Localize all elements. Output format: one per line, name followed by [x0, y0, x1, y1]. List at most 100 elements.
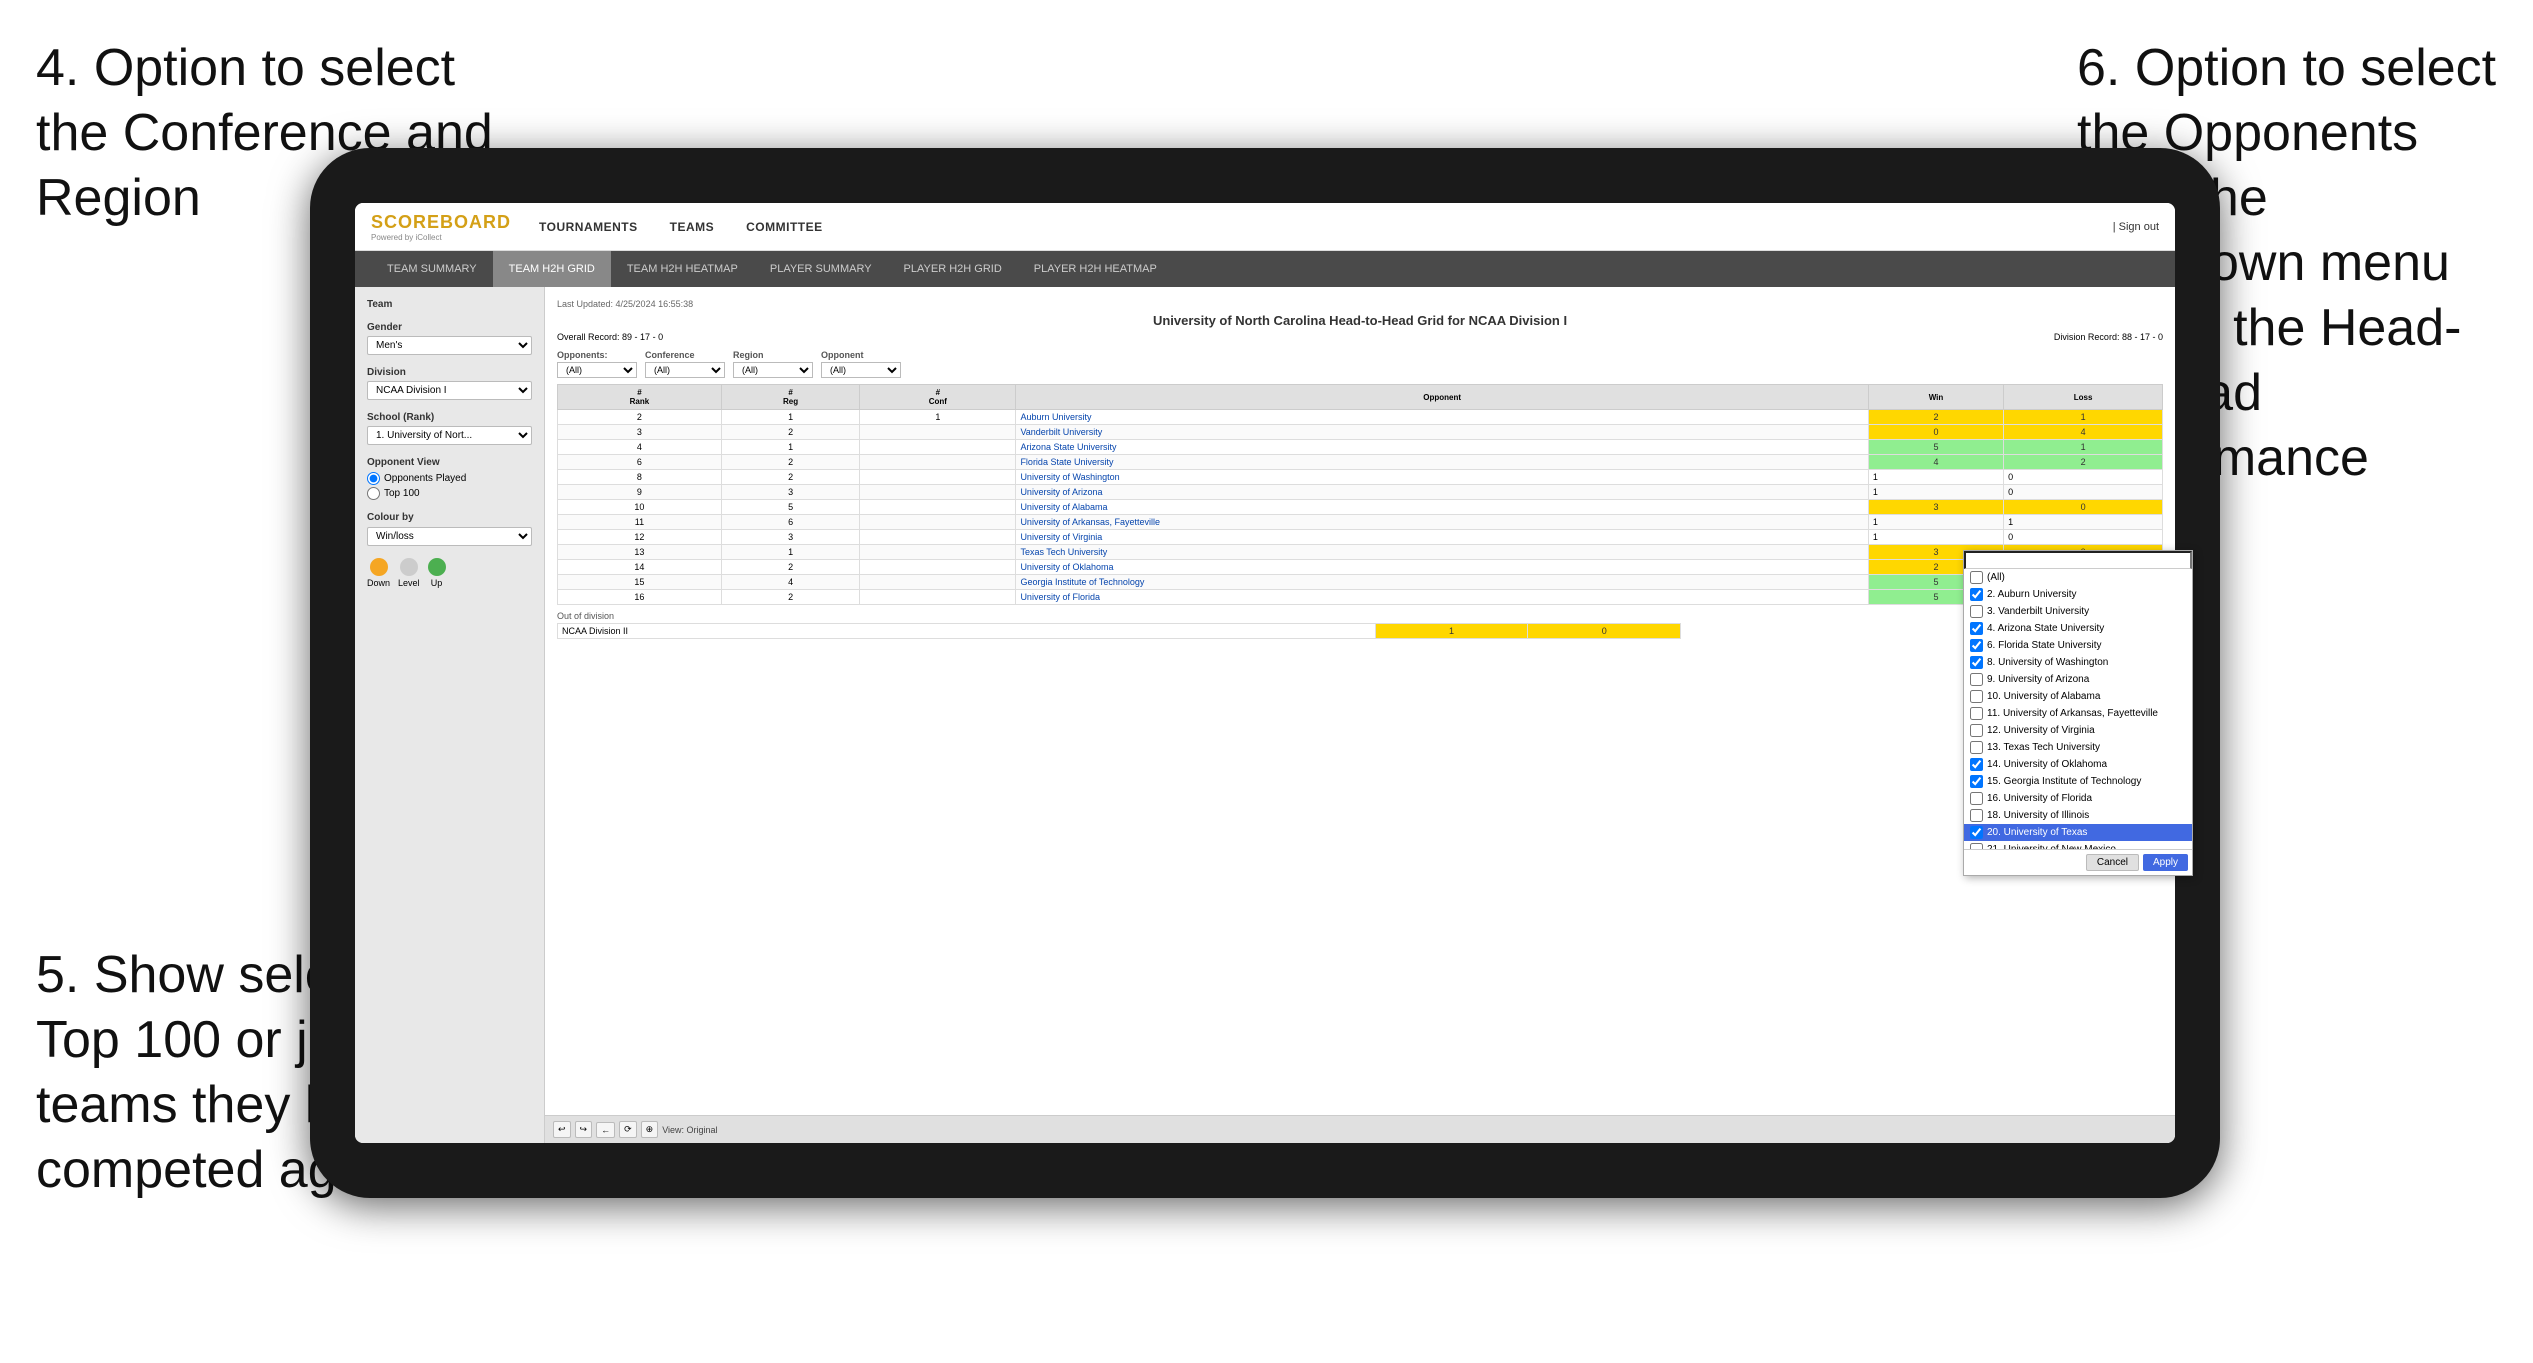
dropdown-item-label: 12. University of Virginia: [1987, 725, 2095, 736]
filter-opponents-select[interactable]: (All): [557, 362, 637, 378]
nav-committee[interactable]: COMMITTEE: [746, 220, 823, 234]
dropdown-item[interactable]: 20. University of Texas: [1964, 824, 2192, 841]
sidebar-division-select[interactable]: NCAA Division I: [367, 381, 532, 400]
cell-rank: 6: [558, 455, 722, 470]
sub-nav-player-h2h-heatmap[interactable]: PLAYER H2H HEATMAP: [1018, 251, 1173, 287]
filter-opponent-select[interactable]: (All): [821, 362, 901, 378]
colour-by-select[interactable]: Win/loss: [367, 527, 532, 546]
sidebar: Team Gender Men's Division NCAA Division…: [355, 287, 545, 1143]
radio-opponents-played-label: Opponents Played: [384, 473, 466, 484]
toolbar-back[interactable]: ←: [596, 1122, 615, 1138]
sub-nav-player-h2h-grid[interactable]: PLAYER H2H GRID: [888, 251, 1018, 287]
cell-conf: [860, 515, 1016, 530]
nav-tournaments[interactable]: TOURNAMENTS: [539, 220, 638, 234]
out-of-division-label: Out of division: [557, 611, 2163, 621]
filter-region-select[interactable]: (All): [733, 362, 813, 378]
dropdown-item-checkbox-16[interactable]: [1970, 843, 1983, 849]
dropdown-item-checkbox-4[interactable]: [1970, 639, 1983, 652]
dropdown-item-label: 3. Vanderbilt University: [1987, 606, 2089, 617]
cell-opponent[interactable]: University of Alabama: [1016, 500, 1868, 515]
sidebar-gender-section: Gender Men's: [367, 322, 532, 355]
dropdown-item-checkbox-0[interactable]: [1970, 571, 1983, 584]
table-row: 16 2 University of Florida 5 1: [558, 590, 2163, 605]
apply-button[interactable]: Apply: [2143, 854, 2188, 871]
sub-nav-team-h2h-grid[interactable]: TEAM H2H GRID: [493, 251, 611, 287]
radio-opponents-played-input[interactable]: [367, 472, 380, 485]
grid-records: Overall Record: 89 - 17 - 0 Division Rec…: [557, 332, 2163, 342]
cell-loss: 2: [2004, 455, 2163, 470]
dropdown-item[interactable]: 2. Auburn University: [1964, 586, 2192, 603]
dropdown-item[interactable]: 16. University of Florida: [1964, 790, 2192, 807]
dropdown-search-input[interactable]: [1964, 551, 2192, 569]
dropdown-item-checkbox-14[interactable]: [1970, 809, 1983, 822]
dropdown-item[interactable]: 15. Georgia Institute of Technology: [1964, 773, 2192, 790]
toolbar-redo[interactable]: ↪: [575, 1121, 593, 1138]
cell-conf: [860, 575, 1016, 590]
dropdown-item[interactable]: (All): [1964, 569, 2192, 586]
cell-opponent[interactable]: Georgia Institute of Technology: [1016, 575, 1868, 590]
dropdown-item-checkbox-7[interactable]: [1970, 690, 1983, 703]
sidebar-school-select[interactable]: 1. University of Nort...: [367, 426, 532, 445]
dropdown-item[interactable]: 11. University of Arkansas, Fayetteville: [1964, 705, 2192, 722]
cell-rank: 11: [558, 515, 722, 530]
dropdown-item-checkbox-2[interactable]: [1970, 605, 1983, 618]
sub-nav-player-summary[interactable]: PLAYER SUMMARY: [754, 251, 888, 287]
dropdown-item-checkbox-15[interactable]: [1970, 826, 1983, 839]
sub-nav-team-summary[interactable]: TEAM SUMMARY: [371, 251, 493, 287]
dropdown-item-checkbox-5[interactable]: [1970, 656, 1983, 669]
cell-opponent[interactable]: University of Arizona: [1016, 485, 1868, 500]
dropdown-item[interactable]: 12. University of Virginia: [1964, 722, 2192, 739]
sign-out[interactable]: | Sign out: [2113, 221, 2159, 233]
sub-nav-team-h2h-heatmap[interactable]: TEAM H2H HEATMAP: [611, 251, 754, 287]
cell-rank: 3: [558, 425, 722, 440]
dropdown-item[interactable]: 18. University of Illinois: [1964, 807, 2192, 824]
cancel-button[interactable]: Cancel: [2086, 854, 2139, 871]
dropdown-item[interactable]: 8. University of Washington: [1964, 654, 2192, 671]
dropdown-item[interactable]: 3. Vanderbilt University: [1964, 603, 2192, 620]
radio-top100-input[interactable]: [367, 487, 380, 500]
nav-teams[interactable]: TEAMS: [670, 220, 715, 234]
cell-opponent[interactable]: Texas Tech University: [1016, 545, 1868, 560]
dropdown-item-label: 4. Arizona State University: [1987, 623, 2104, 634]
dropdown-item-checkbox-12[interactable]: [1970, 775, 1983, 788]
cell-rank: 10: [558, 500, 722, 515]
cell-win: 1: [1868, 530, 2003, 545]
cell-opponent[interactable]: University of Arkansas, Fayetteville: [1016, 515, 1868, 530]
dropdown-item-checkbox-13[interactable]: [1970, 792, 1983, 805]
toolbar-refresh[interactable]: ⟳: [619, 1121, 637, 1138]
table-row: 2 1 1 Auburn University 2 1: [558, 410, 2163, 425]
dropdown-item-checkbox-11[interactable]: [1970, 758, 1983, 771]
cell-opponent[interactable]: Florida State University: [1016, 455, 1868, 470]
dropdown-item-checkbox-9[interactable]: [1970, 724, 1983, 737]
filter-opponents-label: Opponents:: [557, 350, 637, 360]
sidebar-team-label: Team: [367, 299, 532, 310]
cell-loss: 1: [2004, 440, 2163, 455]
dropdown-item-checkbox-8[interactable]: [1970, 707, 1983, 720]
dropdown-item-checkbox-10[interactable]: [1970, 741, 1983, 754]
dropdown-item[interactable]: 13. Texas Tech University: [1964, 739, 2192, 756]
cell-opponent[interactable]: Arizona State University: [1016, 440, 1868, 455]
sidebar-gender-select[interactable]: Men's: [367, 336, 532, 355]
dropdown-item[interactable]: 10. University of Alabama: [1964, 688, 2192, 705]
table-row: 14 2 University of Oklahoma 2 2: [558, 560, 2163, 575]
toolbar-zoom[interactable]: ⊕: [641, 1121, 659, 1138]
dropdown-item[interactable]: 21. University of New Mexico: [1964, 841, 2192, 849]
filter-conference-select[interactable]: (All): [645, 362, 725, 378]
dropdown-item[interactable]: 14. University of Oklahoma: [1964, 756, 2192, 773]
dropdown-item-checkbox-6[interactable]: [1970, 673, 1983, 686]
dropdown-item-checkbox-1[interactable]: [1970, 588, 1983, 601]
cell-opponent[interactable]: Auburn University: [1016, 410, 1868, 425]
cell-opponent[interactable]: University of Oklahoma: [1016, 560, 1868, 575]
dropdown-item[interactable]: 6. Florida State University: [1964, 637, 2192, 654]
cell-conf: [860, 545, 1016, 560]
dropdown-item[interactable]: 9. University of Arizona: [1964, 671, 2192, 688]
cell-opponent[interactable]: University of Washington: [1016, 470, 1868, 485]
dropdown-item[interactable]: 4. Arizona State University: [1964, 620, 2192, 637]
cell-opponent[interactable]: Vanderbilt University: [1016, 425, 1868, 440]
cell-opponent[interactable]: University of Virginia: [1016, 530, 1868, 545]
dropdown-item-checkbox-3[interactable]: [1970, 622, 1983, 635]
legend-down: Down: [367, 558, 390, 588]
out-of-division-win: 1: [1375, 624, 1528, 639]
toolbar-undo[interactable]: ↩: [553, 1121, 571, 1138]
cell-opponent[interactable]: University of Florida: [1016, 590, 1868, 605]
